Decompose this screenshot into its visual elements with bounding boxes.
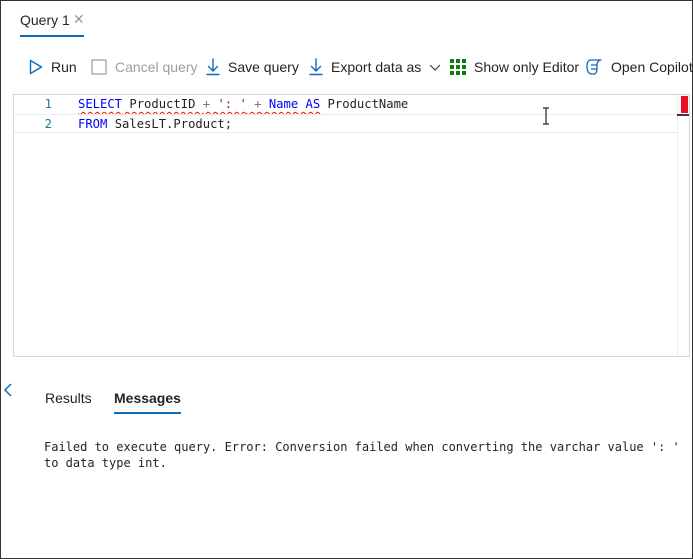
active-tab-indicator (114, 412, 181, 414)
code-text: FROM SalesLT.Product; (78, 115, 232, 134)
line-number: 1 (44, 97, 52, 111)
text-cursor-icon (543, 107, 549, 125)
code-line-1[interactable]: 1 SELECT ProductID + ': ' + Name AS Prod… (14, 95, 677, 114)
chevron-left-icon[interactable] (2, 381, 14, 399)
code-token: SELECT (78, 97, 123, 111)
code-text: SELECT ProductID + ': ' + Name AS Produc… (78, 95, 408, 114)
save-query-label: Save query (228, 59, 299, 75)
arrow-down-icon (206, 58, 220, 76)
cancel-query-label: Cancel query (115, 59, 198, 75)
checkbox-icon (91, 59, 107, 75)
run-button[interactable]: Run (29, 51, 77, 83)
copilot-icon (586, 59, 602, 75)
toolbar: Run Cancel query Save query Export data … (1, 51, 693, 83)
line-number: 2 (44, 117, 52, 131)
export-data-label: Export data as (331, 59, 422, 75)
grid-icon (450, 59, 466, 75)
code-token: ': ' (217, 97, 247, 111)
arrow-down-icon (309, 58, 323, 76)
tab-results-label: Results (45, 390, 92, 406)
close-icon[interactable]: ✕ (73, 12, 85, 26)
export-data-button[interactable]: Export data as (309, 51, 441, 83)
query-tab-bar: Query 1 ✕ (1, 1, 692, 39)
run-label: Run (51, 59, 77, 75)
code-token: SalesLT.Product; (107, 117, 233, 131)
code-token: Name (268, 97, 299, 111)
show-only-editor-button[interactable]: Show only Editor (450, 51, 579, 83)
tab-results[interactable]: Results (45, 390, 92, 406)
chevron-down-icon[interactable] (429, 62, 441, 72)
open-copilot-label: Open Copilot (611, 59, 693, 75)
tab-messages-label: Messages (114, 390, 181, 406)
open-copilot-button[interactable]: Open Copilot (585, 51, 693, 83)
tab-label: Query 1 (20, 12, 70, 28)
code-line-2[interactable]: 2 FROM SalesLT.Product; (14, 114, 677, 133)
active-tab-indicator (20, 35, 84, 37)
editor-scrollbar[interactable] (677, 95, 689, 356)
cancel-query-button[interactable]: Cancel query (91, 51, 198, 83)
tab-messages[interactable]: Messages (114, 390, 181, 414)
code-token: ProductID (122, 97, 203, 111)
error-marker (681, 96, 688, 113)
code-token: AS (305, 97, 321, 111)
save-query-button[interactable]: Save query (206, 51, 299, 83)
cursor-marker (677, 114, 689, 116)
code-token: + (202, 97, 211, 111)
sql-editor[interactable]: 1 SELECT ProductID + ': ' + Name AS Prod… (13, 94, 690, 357)
code-token: FROM (78, 117, 108, 131)
show-only-editor-label: Show only Editor (474, 59, 580, 75)
error-message: Failed to execute query. Error: Conversi… (44, 440, 680, 470)
play-icon (29, 59, 43, 75)
code-token: ProductName (320, 97, 409, 111)
